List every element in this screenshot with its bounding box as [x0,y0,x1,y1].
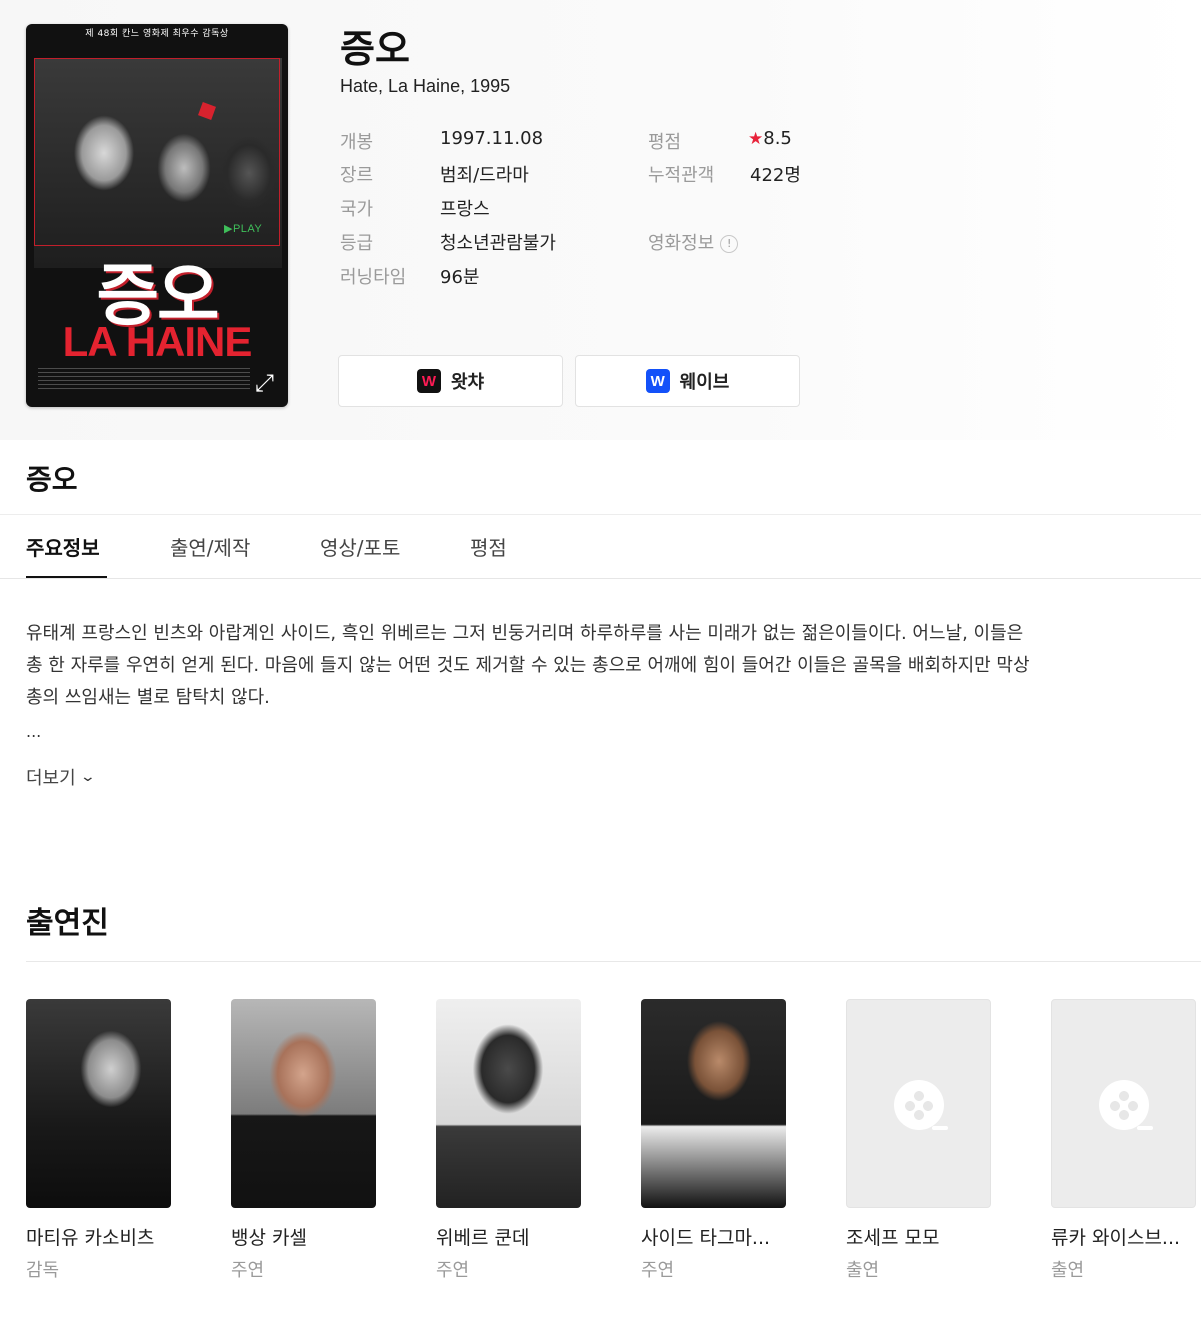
country-value: 프랑스 [440,199,490,220]
poster-red-frame [34,58,280,246]
cast-role: 주연 [641,1260,675,1281]
watcha-button[interactable]: W 왓챠 [338,355,563,407]
runtime-value: 96분 [440,267,480,288]
cast-name[interactable]: 뱅상 카셀 [231,1223,376,1250]
film-reel-icon [894,1080,948,1130]
cast-photo[interactable] [436,999,581,1208]
tab-video-photo[interactable]: 영상/포토 [320,532,400,561]
cast-item[interactable]: 마티유 카소비츠 감독 [26,999,171,1282]
cast-photo-placeholder[interactable] [846,999,991,1208]
release-label: 개봉 [340,132,374,153]
film-reel-icon [1099,1080,1153,1130]
synopsis: 유태계 프랑스인 빈츠와 아랍계인 사이드, 흑인 위베르는 그저 빈둥거리며 … [26,623,1030,708]
cast-item[interactable]: 조세프 모모 출연 [846,999,991,1282]
tab-cast-crew[interactable]: 출연/제작 [170,532,250,561]
audience-value: 422명 [750,165,801,186]
watcha-icon: W [416,369,441,393]
poster-top-text: 제 48회 칸느 영화제 최우수 감독상 [85,29,229,39]
audience-label: 누적관객 [648,165,715,186]
cast-name[interactable]: 조세프 모모 [846,1223,991,1250]
genre-value: 범죄/드라마 [440,165,529,186]
cast-name[interactable]: 사이드 타그마... [641,1223,786,1250]
cast-name[interactable]: 마티유 카소비츠 [26,1223,171,1250]
cast-item[interactable]: 사이드 타그마... 주연 [641,999,786,1282]
movie-title: 증오 [340,27,410,71]
cast-item[interactable]: 류카 와이스브... 출연 [1051,999,1196,1282]
divider [0,514,1201,515]
watcha-label: 왓챠 [450,372,485,393]
movie-poster[interactable]: 제 48회 칸느 영화제 최우수 감독상 ▶PLAY 증오 LA HAINE ⤢ [26,24,288,407]
cast-role: 출연 [846,1260,880,1281]
chevron-down-icon: ⌄ [79,769,96,785]
score-value-wrap: ★8.5 [748,128,792,149]
score-label: 평점 [648,132,682,153]
release-value: 1997.11.08 [440,128,544,149]
score-value: 8.5 [763,128,792,149]
cast-photo[interactable] [26,999,171,1208]
cast-photo[interactable] [641,999,786,1208]
poster-credits [38,368,250,390]
synopsis-ellipsis: ... [26,722,42,741]
movie-original-title: Hate, La Haine, 1995 [340,76,511,96]
cast-role: 주연 [231,1260,265,1281]
movie-info-link[interactable]: 영화정보! [648,229,739,255]
more-button[interactable]: 더보기 ⌄ [26,764,96,790]
cast-name[interactable]: 류카 와이스브... [1051,1223,1196,1250]
country-label: 국가 [340,199,374,220]
cast-name[interactable]: 위베르 쿤데 [436,1223,581,1250]
cast-item[interactable]: 위베르 쿤데 주연 [436,999,581,1282]
cast-photo[interactable] [231,999,376,1208]
rating-value: 청소년관람불가 [440,233,556,254]
cast-role: 출연 [1051,1260,1085,1281]
cast-role: 감독 [26,1260,60,1281]
wavve-label: 웨이브 [679,372,730,393]
cast-role: 주연 [436,1260,470,1281]
runtime-label: 러닝타임 [340,267,407,288]
wavve-icon: W [645,369,670,393]
tab-main-info[interactable]: 주요정보 [26,532,100,561]
divider [0,578,1201,579]
poster-subtitle: LA HAINE [62,318,253,365]
star-icon: ★ [748,129,764,149]
wavve-button[interactable]: W 웨이브 [575,355,800,407]
expand-icon[interactable]: ⤢ [255,371,274,395]
tab-reviews[interactable]: 평점 [470,532,507,561]
divider [26,961,1201,962]
movie-info-label: 영화정보 [648,233,715,254]
cast-item[interactable]: 뱅상 카셀 주연 [231,999,376,1282]
cast-photo-placeholder[interactable] [1051,999,1196,1208]
more-label: 더보기 [26,768,76,789]
cast-title: 출연진 [26,906,109,941]
section-title: 증오 [26,463,78,496]
genre-label: 장르 [340,165,374,186]
info-icon[interactable]: ! [720,235,739,253]
rating-label: 등급 [340,233,374,254]
poster-play-label[interactable]: ▶PLAY [224,222,262,235]
